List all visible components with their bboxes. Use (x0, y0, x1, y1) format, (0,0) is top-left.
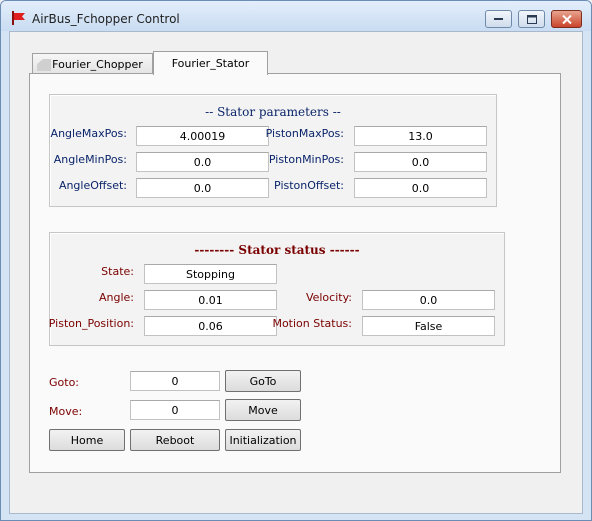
stator-parameters-title: -- Stator parameters -- (205, 105, 341, 119)
maximize-icon (526, 14, 537, 24)
piston-offset-field[interactable]: 0.0 (354, 178, 487, 198)
velocity-field: 0.0 (362, 290, 495, 310)
title-bar[interactable]: AirBus_Fchopper Control (1, 1, 591, 31)
red-flag-icon (12, 11, 25, 25)
reboot-button[interactable]: Reboot (130, 429, 220, 451)
angle-max-pos-label: AngleMaxPos: (50, 127, 127, 140)
move-button[interactable]: Move (225, 399, 301, 421)
piston-offset-label: PistonOffset: (274, 179, 344, 192)
goto-input[interactable]: 0 (130, 371, 220, 391)
home-button[interactable]: Home (49, 429, 125, 451)
angle-min-pos-label: AngleMinPos: (53, 153, 127, 166)
angle-offset-label: AngleOffset: (58, 179, 127, 192)
app-window: AirBus_Fchopper Control Fourier_Chopper … (0, 0, 592, 521)
piston-position-label: Piston_Position: (48, 317, 134, 330)
close-icon (561, 14, 572, 24)
initialization-button[interactable]: Initialization (225, 429, 301, 451)
piston-max-pos-label: PistonMaxPos: (265, 127, 344, 140)
move-input[interactable]: 0 (130, 400, 220, 420)
state-label: State: (101, 265, 134, 278)
tab-label: Fourier_Chopper (52, 58, 143, 71)
move-label: Move: (49, 405, 83, 418)
piston-min-pos-field[interactable]: 0.0 (354, 152, 487, 172)
minimize-button[interactable] (485, 10, 512, 28)
goto-button[interactable]: GoTo (225, 370, 301, 392)
piston-max-pos-field[interactable]: 13.0 (354, 126, 487, 146)
tab-label: Fourier_Stator (171, 57, 250, 70)
stator-status-title: -------- Stator status ------ (194, 243, 360, 257)
minimize-icon (494, 18, 503, 20)
angle-offset-field[interactable]: 0.0 (136, 178, 269, 198)
goto-label: Goto: (49, 376, 80, 389)
angle-label: Angle: (98, 291, 134, 304)
tab-corner-icon (37, 59, 51, 71)
tab-fourier-stator[interactable]: Fourier_Stator (153, 51, 268, 75)
maximize-button[interactable] (518, 10, 545, 28)
tab-fourier-chopper[interactable]: Fourier_Chopper (32, 53, 153, 75)
piston-position-field: 0.06 (144, 316, 277, 336)
motion-status-field: False (362, 316, 495, 336)
close-button[interactable] (551, 10, 582, 28)
velocity-label: Velocity: (305, 291, 352, 304)
angle-max-pos-field[interactable]: 4.00019 (136, 126, 269, 146)
angle-field: 0.01 (144, 290, 277, 310)
motion-status-label: Motion Status: (272, 317, 352, 330)
angle-min-pos-field[interactable]: 0.0 (136, 152, 269, 172)
window-title: AirBus_Fchopper Control (32, 12, 180, 26)
piston-min-pos-label: PistonMinPos: (268, 153, 344, 166)
state-field: Stopping (144, 264, 277, 284)
